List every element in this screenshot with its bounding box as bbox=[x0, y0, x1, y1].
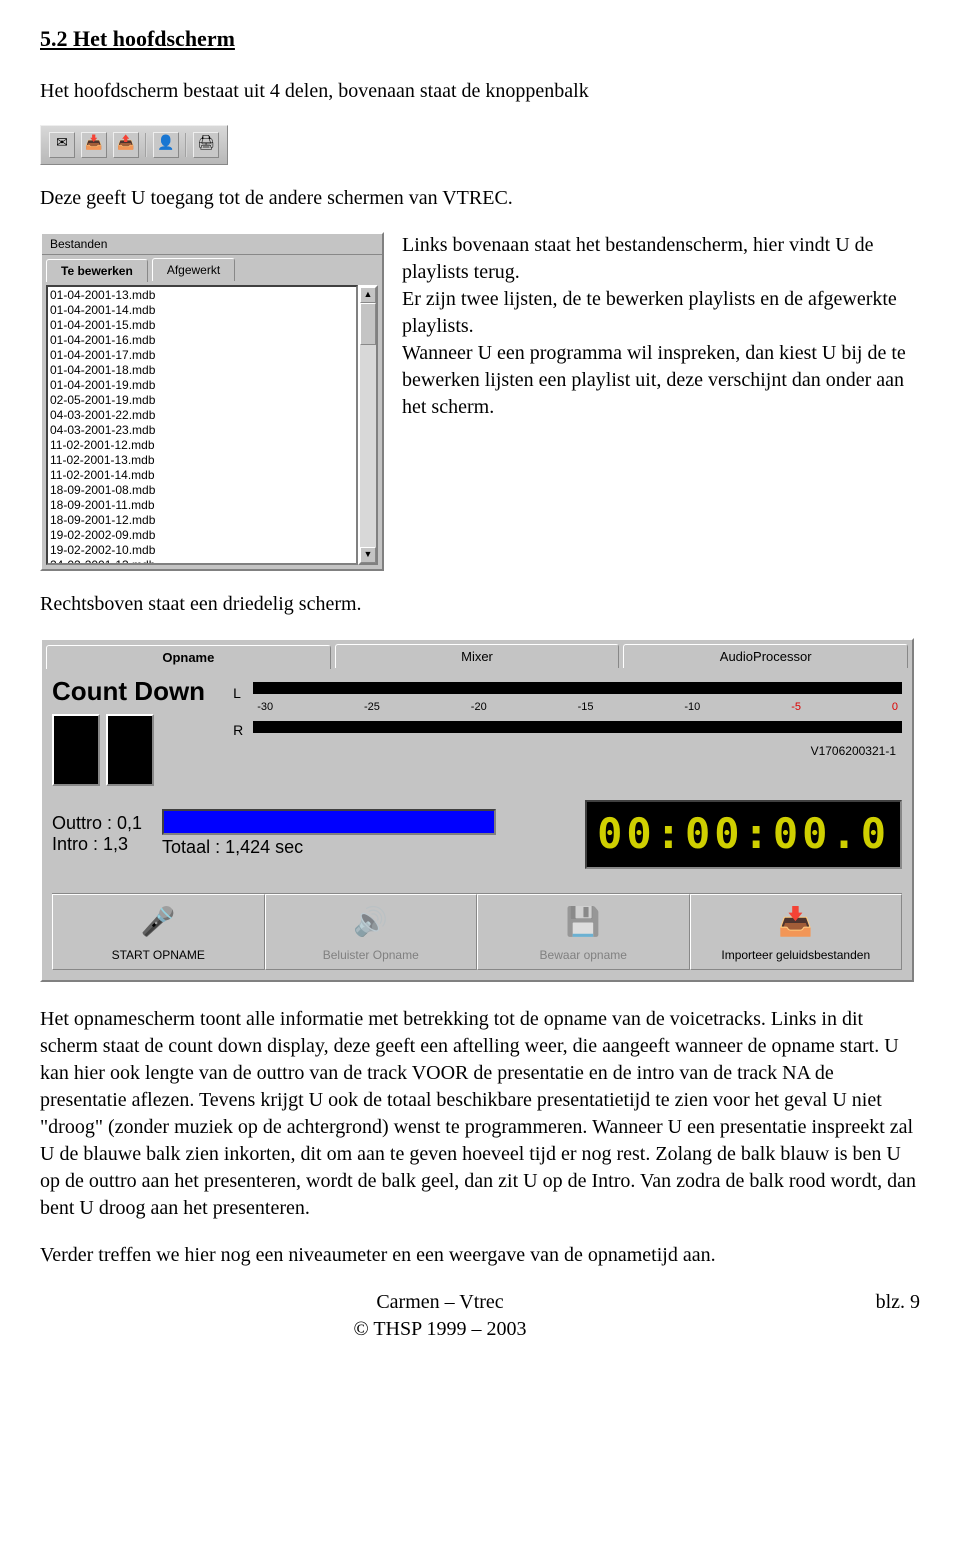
button-label: START OPNAME bbox=[112, 947, 205, 963]
opname-panel: Opname Mixer AudioProcessor Count Down L… bbox=[40, 638, 914, 982]
list-item[interactable]: 02-05-2001-19.mdb bbox=[50, 393, 354, 408]
toolbar-btn-3[interactable]: 📤 bbox=[113, 132, 139, 158]
bestanden-tabs: Te bewerken Afgewerkt bbox=[42, 255, 382, 281]
page-number: blz. 9 bbox=[840, 1289, 920, 1343]
toolbar-figure: ✉ 📥 📤 👤 🖨 bbox=[40, 125, 228, 165]
section-heading: 5.2 Het hoofdscherm bbox=[40, 24, 920, 54]
opname-tabs: Opname Mixer AudioProcessor bbox=[42, 640, 912, 669]
button-icon: 🔊 bbox=[353, 903, 388, 941]
list-item[interactable]: 24-02-2001-13.mdb bbox=[50, 558, 354, 565]
tick: -5 bbox=[791, 700, 801, 715]
list-item[interactable]: 18-09-2001-11.mdb bbox=[50, 498, 354, 513]
opname-desc-paragraph: Het opnamescherm toont alle informatie m… bbox=[40, 1006, 920, 1222]
tab-te-bewerken[interactable]: Te bewerken bbox=[46, 259, 148, 282]
list-item[interactable]: 01-04-2001-13.mdb bbox=[50, 288, 354, 303]
button-label: Beluister Opname bbox=[323, 947, 419, 963]
tab-mixer[interactable]: Mixer bbox=[335, 644, 620, 669]
level-meter-r bbox=[253, 721, 902, 733]
countdown-title: Count Down bbox=[52, 674, 205, 709]
list-item[interactable]: 11-02-2001-12.mdb bbox=[50, 438, 354, 453]
progress-bar bbox=[162, 809, 496, 835]
channel-l-label: L bbox=[233, 684, 243, 703]
scroll-down-icon[interactable]: ▼ bbox=[360, 547, 376, 563]
footer-line1: Carmen – Vtrec bbox=[40, 1289, 840, 1316]
channel-r-label: R bbox=[233, 721, 243, 740]
button-label: Bewaar opname bbox=[540, 947, 627, 963]
button-icon: 📥 bbox=[778, 903, 813, 941]
start-opname-button[interactable]: 🎤 START OPNAME bbox=[52, 894, 265, 970]
toolbar-separator bbox=[145, 133, 147, 157]
toolbar-btn-5[interactable]: 🖨 bbox=[193, 132, 219, 158]
button-label: Importeer geluidsbestanden bbox=[721, 947, 870, 963]
tick: -30 bbox=[257, 700, 273, 715]
version-label: V1706200321-1 bbox=[253, 739, 902, 759]
list-item[interactable]: 01-04-2001-17.mdb bbox=[50, 348, 354, 363]
scroll-thumb[interactable] bbox=[360, 303, 376, 345]
list-item[interactable]: 04-03-2001-22.mdb bbox=[50, 408, 354, 423]
footer-line2: © THSP 1999 – 2003 bbox=[40, 1316, 840, 1343]
button-icon: 🎤 bbox=[141, 903, 176, 941]
level-meter-l bbox=[253, 682, 902, 694]
toolbar-btn-4[interactable]: 👤 bbox=[153, 132, 179, 158]
list-item[interactable]: 01-04-2001-15.mdb bbox=[50, 318, 354, 333]
list-item[interactable]: 19-02-2002-09.mdb bbox=[50, 528, 354, 543]
time-display: 00:00:00.0 bbox=[585, 800, 902, 869]
list-item[interactable]: 18-09-2001-12.mdb bbox=[50, 513, 354, 528]
tick: -10 bbox=[684, 700, 700, 715]
tick: -15 bbox=[578, 700, 594, 715]
list-item[interactable]: 04-03-2001-23.mdb bbox=[50, 423, 354, 438]
tab-opname[interactable]: Opname bbox=[46, 645, 331, 670]
bestanden-panel: Bestanden Te bewerken Afgewerkt 01-04-20… bbox=[40, 232, 384, 571]
countdown-digit-1 bbox=[52, 714, 100, 786]
intro-label: Intro : 1,3 bbox=[52, 834, 142, 856]
countdown-digit-2 bbox=[106, 714, 154, 786]
opname-button-row: 🎤 START OPNAME 🔊 Beluister Opname 💾 Bewaar op… bbox=[52, 893, 902, 970]
tab-audioprocessor[interactable]: AudioProcessor bbox=[623, 644, 908, 669]
totaal-label: Totaal : 1,424 sec bbox=[162, 835, 496, 859]
scroll-up-icon[interactable]: ▲ bbox=[360, 287, 376, 303]
tick: -25 bbox=[364, 700, 380, 715]
outtro-label: Outtro : 0,1 bbox=[52, 813, 142, 835]
list-item[interactable]: 01-04-2001-14.mdb bbox=[50, 303, 354, 318]
list-item[interactable]: 11-02-2001-14.mdb bbox=[50, 468, 354, 483]
tab-afgewerkt[interactable]: Afgewerkt bbox=[152, 258, 235, 281]
meter-scale: -30 -25 -20 -15 -10 -5 0 bbox=[253, 700, 902, 721]
file-listbox[interactable]: 01-04-2001-13.mdb01-04-2001-14.mdb01-04-… bbox=[46, 285, 358, 565]
toegang-paragraph: Deze geeft U toegang tot de andere scher… bbox=[40, 185, 920, 212]
bestanden-paragraph: Links bovenaan staat het bestandenscherm… bbox=[402, 232, 920, 421]
tick: 0 bbox=[892, 700, 898, 715]
intro-paragraph: Het hoofdscherm bestaat uit 4 delen, bov… bbox=[40, 78, 920, 105]
list-item[interactable]: 01-04-2001-18.mdb bbox=[50, 363, 354, 378]
bestanden-title: Bestanden bbox=[42, 234, 382, 255]
importeer-geluidsbestanden-button[interactable]: 📥 Importeer geluidsbestanden bbox=[690, 894, 903, 970]
list-item[interactable]: 19-02-2002-10.mdb bbox=[50, 543, 354, 558]
toolbar-separator bbox=[185, 133, 187, 157]
rechtsboven-paragraph: Rechtsboven staat een driedelig scherm. bbox=[40, 591, 920, 618]
beluister-opname-button: 🔊 Beluister Opname bbox=[265, 894, 478, 970]
list-item[interactable]: 11-02-2001-13.mdb bbox=[50, 453, 354, 468]
tick: -20 bbox=[471, 700, 487, 715]
toolbar-btn-1[interactable]: ✉ bbox=[49, 132, 75, 158]
toolbar-btn-2[interactable]: 📥 bbox=[81, 132, 107, 158]
verder-paragraph: Verder treffen we hier nog een niveaumet… bbox=[40, 1242, 920, 1269]
list-item[interactable]: 01-04-2001-16.mdb bbox=[50, 333, 354, 348]
bewaar-opname-button: 💾 Bewaar opname bbox=[477, 894, 690, 970]
list-item[interactable]: 18-09-2001-08.mdb bbox=[50, 483, 354, 498]
button-icon: 💾 bbox=[566, 903, 601, 941]
list-item[interactable]: 01-04-2001-19.mdb bbox=[50, 378, 354, 393]
scrollbar[interactable]: ▲ ▼ bbox=[358, 285, 378, 565]
